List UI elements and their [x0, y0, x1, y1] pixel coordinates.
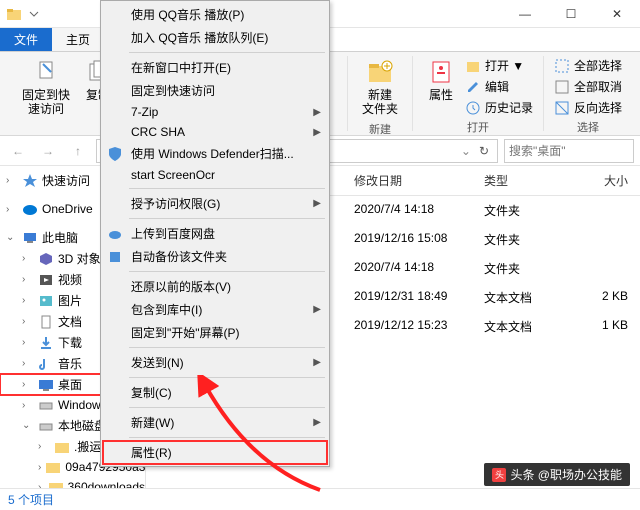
edit-icon — [465, 79, 481, 95]
chevron-right-icon: ▶ — [313, 198, 321, 209]
status-bar: 5 个项目 — [0, 488, 640, 510]
item-count: 5 个项目 — [8, 491, 54, 508]
newfolder-button[interactable]: 新建 文件夹 — [358, 56, 402, 119]
selectnone-icon — [554, 79, 570, 95]
history-button[interactable]: 历史记录 — [465, 98, 533, 117]
selectnone-button[interactable]: 全部取消 — [554, 77, 622, 96]
edit-button[interactable]: 编辑 — [465, 77, 533, 96]
history-icon — [465, 100, 481, 116]
open-group-label: 打开 — [467, 117, 489, 135]
pin-icon — [32, 58, 60, 86]
tree-folder3[interactable]: ›360downloads — [0, 477, 145, 488]
ctx-item[interactable]: 复制(C) — [103, 381, 327, 404]
select-group-label: 选择 — [577, 117, 599, 135]
open-icon — [465, 58, 481, 74]
nav-up-button[interactable]: ↑ — [66, 139, 90, 163]
ctx-item[interactable]: 加入 QQ音乐 播放队列(E) — [103, 26, 327, 49]
dropdown-icon[interactable]: ⌄ — [461, 144, 471, 158]
properties-button[interactable]: 属性 — [423, 56, 459, 117]
chevron-right-icon: ▶ — [313, 127, 321, 138]
ctx-item[interactable]: 固定到"开始"屏幕(P) — [103, 321, 327, 344]
ctx-item[interactable]: 使用 QQ音乐 播放(P) — [103, 3, 327, 26]
col-size[interactable]: 大小 — [576, 166, 636, 195]
watermark: 头 头条 @职场办公技能 — [484, 463, 630, 486]
folder-icon — [6, 6, 22, 22]
col-date[interactable]: 修改日期 — [346, 166, 476, 195]
properties-icon — [427, 58, 455, 86]
logo-icon: 头 — [492, 468, 506, 482]
open-button[interactable]: 打开 ▼ — [465, 56, 533, 75]
ctx-item[interactable]: 自动备份该文件夹 — [103, 245, 327, 268]
tab-file[interactable]: 文件 — [0, 28, 52, 51]
ctx-item[interactable]: 固定到快速访问 — [103, 79, 327, 102]
ctx-item[interactable]: start ScreenOcr — [103, 165, 327, 185]
context-menu: 使用 QQ音乐 播放(P)加入 QQ音乐 播放队列(E)在新窗口中打开(E)固定… — [100, 0, 330, 467]
nav-fwd-button: → — [36, 139, 60, 163]
invert-button[interactable]: 反向选择 — [554, 98, 622, 117]
selectall-icon — [554, 58, 570, 74]
maximize-button[interactable]: ☐ — [548, 0, 594, 28]
cloud-icon — [107, 226, 123, 242]
ctx-item[interactable]: 包含到库中(I)▶ — [103, 298, 327, 321]
refresh-icon[interactable]: ↻ — [475, 144, 493, 158]
ctx-item[interactable]: 在新窗口中打开(E) — [103, 56, 327, 79]
ctx-item[interactable]: 新建(W)▶ — [103, 411, 327, 434]
new-group-label: 新建 — [369, 119, 391, 137]
nav-back-button[interactable]: ← — [6, 139, 30, 163]
ctx-item[interactable]: CRC SHA▶ — [103, 122, 327, 142]
tab-home[interactable]: 主页 — [52, 28, 104, 51]
qat-down-icon[interactable] — [26, 6, 42, 22]
shield-icon — [107, 146, 123, 162]
search-input[interactable]: 搜索"桌面" — [504, 139, 634, 163]
backup-icon — [107, 249, 123, 265]
invert-icon — [554, 100, 570, 116]
chevron-right-icon: ▶ — [313, 304, 321, 315]
chevron-right-icon: ▶ — [313, 357, 321, 368]
ctx-item[interactable]: 使用 Windows Defender扫描... — [103, 142, 327, 165]
col-type[interactable]: 类型 — [476, 166, 576, 195]
ctx-item[interactable]: 还原以前的版本(V) — [103, 275, 327, 298]
minimize-button[interactable]: — — [502, 0, 548, 28]
ctx-item[interactable]: 上传到百度网盘 — [103, 222, 327, 245]
ctx-item[interactable]: 授予访问权限(G)▶ — [103, 192, 327, 215]
newfolder-icon — [366, 58, 394, 86]
close-button[interactable]: ✕ — [594, 0, 640, 28]
selectall-button[interactable]: 全部选择 — [554, 56, 622, 75]
chevron-right-icon: ▶ — [313, 417, 321, 428]
ctx-item[interactable]: 属性(R) — [103, 441, 327, 464]
chevron-right-icon: ▶ — [313, 107, 321, 118]
pin-button[interactable]: 固定到快 速访问 — [18, 56, 74, 119]
ctx-item[interactable]: 7-Zip▶ — [103, 102, 327, 122]
ctx-item[interactable]: 发送到(N)▶ — [103, 351, 327, 374]
